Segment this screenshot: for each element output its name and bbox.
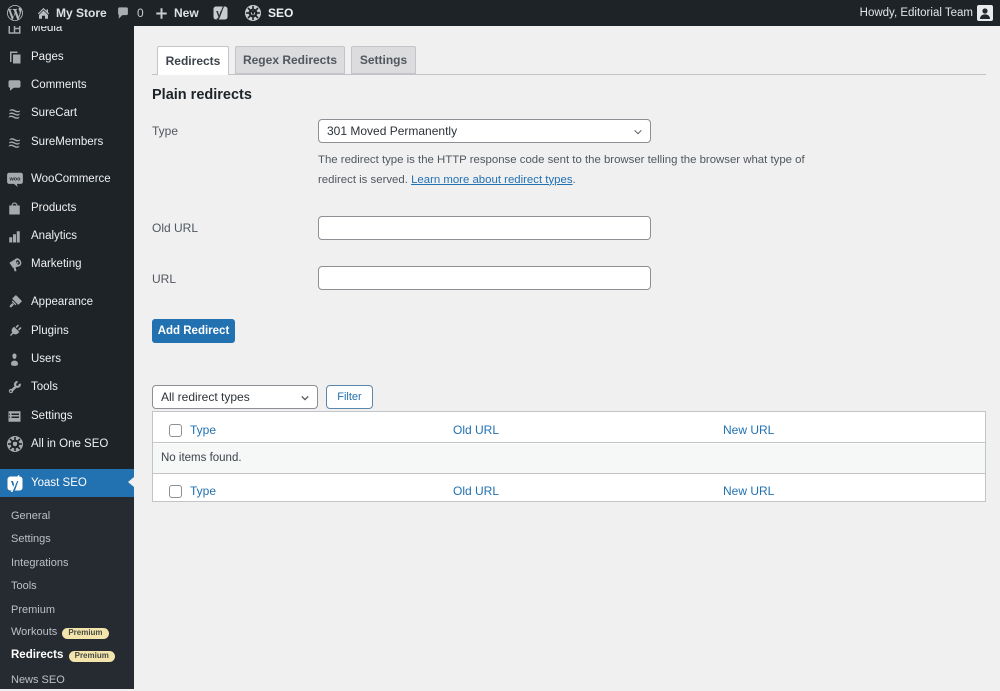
- svg-text:woo: woo: [8, 176, 21, 182]
